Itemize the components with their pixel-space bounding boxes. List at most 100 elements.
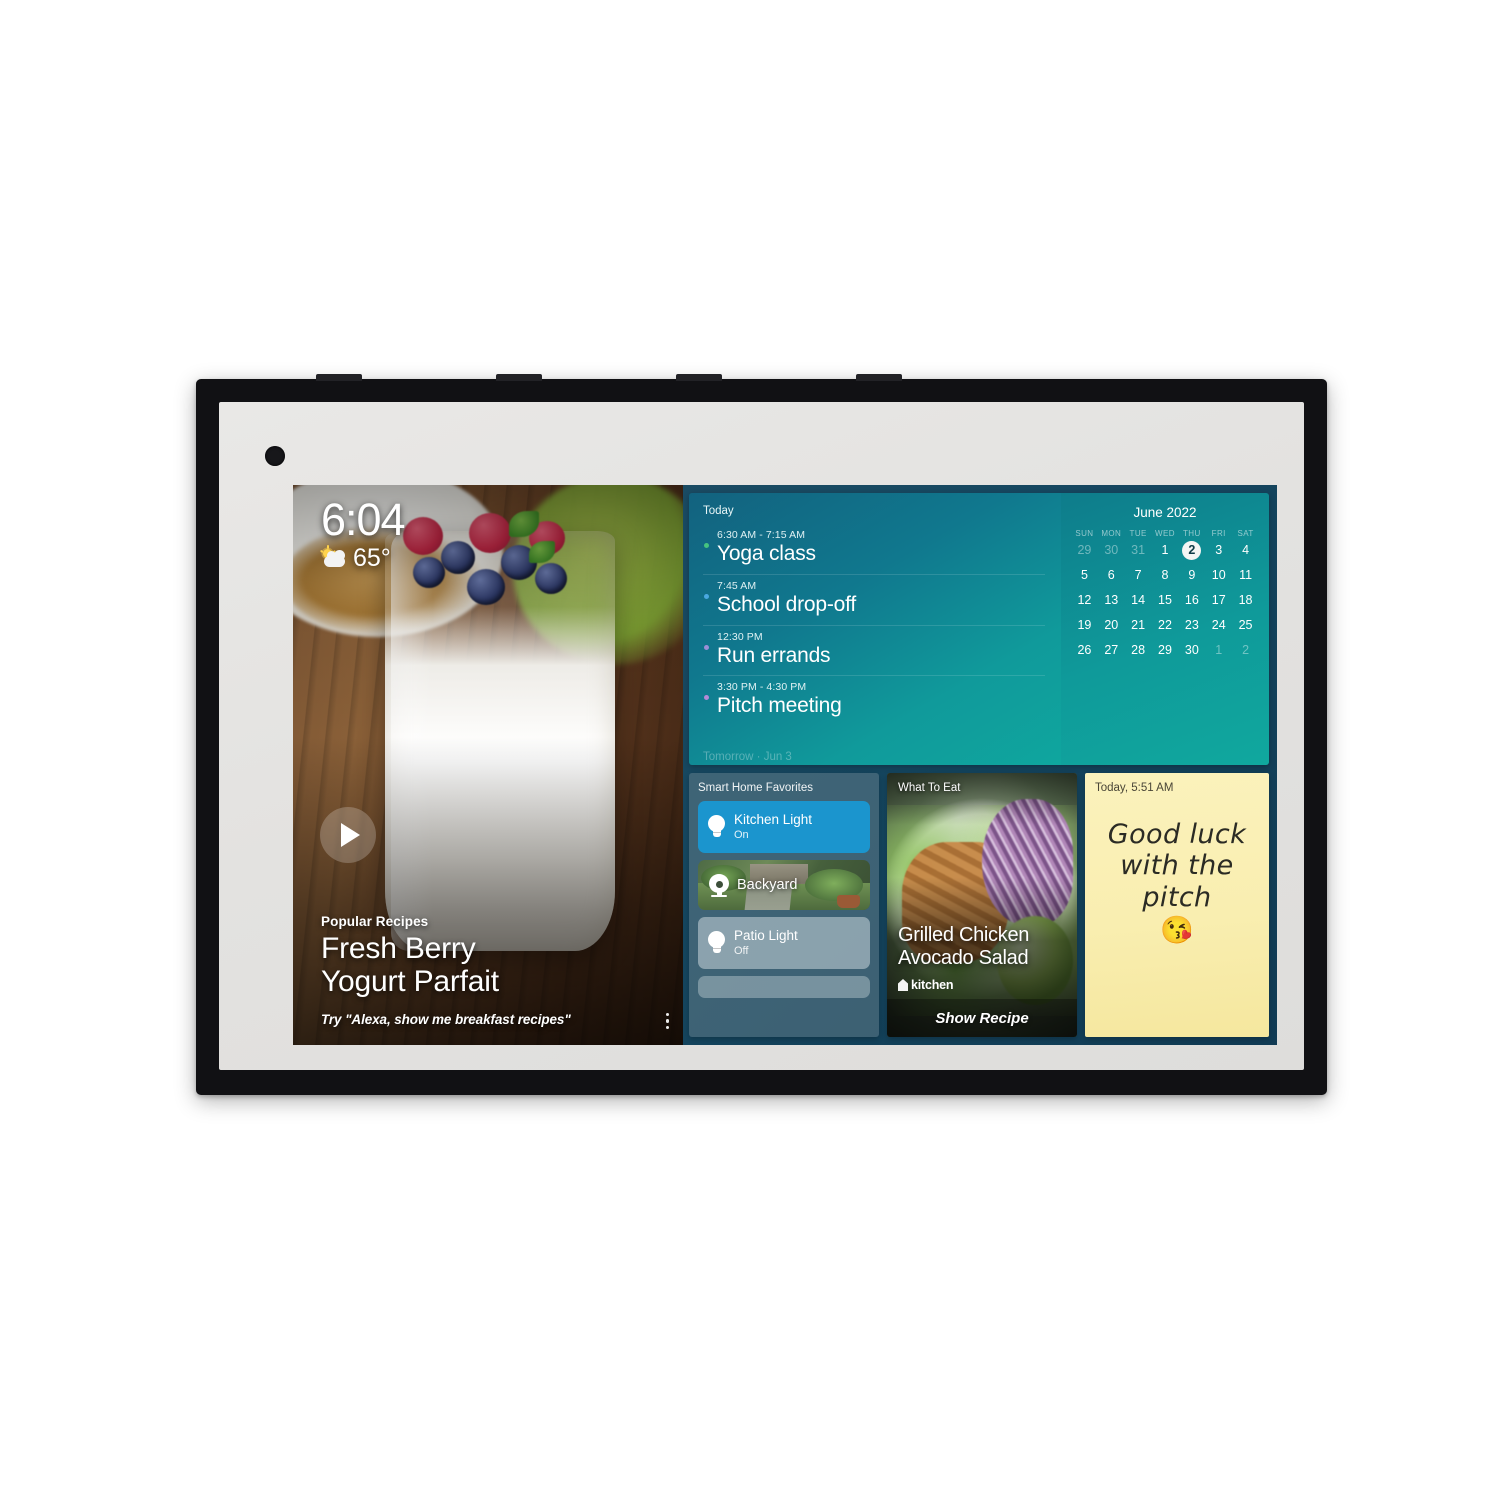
what-to-eat-widget[interactable]: What To Eat Grilled Chicken Avocado Sala… bbox=[887, 773, 1077, 1037]
smart-home-device-state: On bbox=[734, 828, 749, 841]
calendar-day[interactable]: 16 bbox=[1178, 591, 1205, 610]
calendar-day[interactable]: 13 bbox=[1098, 591, 1125, 610]
calendar-day-number: 30 bbox=[1184, 643, 1199, 657]
event-title: Run errands bbox=[717, 643, 831, 667]
play-button[interactable] bbox=[320, 807, 376, 863]
clock-weather-block: 6:04 65° bbox=[320, 494, 406, 571]
calendar-weekday: WED bbox=[1155, 529, 1175, 538]
calendar-day-number: 12 bbox=[1077, 593, 1092, 607]
calendar-day[interactable]: 7 bbox=[1125, 566, 1152, 585]
calendar-day[interactable]: 31 bbox=[1125, 541, 1152, 560]
calendar-day[interactable]: 29 bbox=[1071, 541, 1098, 560]
calendar-day[interactable]: 28 bbox=[1125, 641, 1152, 660]
calendar-day[interactable]: 15 bbox=[1152, 591, 1179, 610]
calendar-day[interactable]: 30 bbox=[1178, 641, 1205, 660]
calendar-day[interactable]: 12 bbox=[1071, 591, 1098, 610]
calendar-day[interactable]: 30 bbox=[1098, 541, 1125, 560]
smart-home-favorites-widget[interactable]: Smart Home Favorites Kitchen Light On Back… bbox=[689, 773, 879, 1037]
agenda-panel[interactable]: Today 6:30 AM - 7:15 AM Yoga class 7:45 AM… bbox=[689, 493, 1061, 765]
month-calendar-panel[interactable]: June 2022 SUN MON TUE WED THU FRI SAT 29 30 31 1 2… bbox=[1061, 493, 1269, 765]
calendar-day[interactable]: 24 bbox=[1205, 616, 1232, 635]
smart-home-device-name: Patio Light bbox=[734, 928, 798, 944]
calendar-day[interactable]: 21 bbox=[1125, 616, 1152, 635]
smart-home-tile[interactable]: Kitchen Light On bbox=[698, 801, 870, 853]
agenda-event[interactable]: 3:30 PM - 4:30 PM Pitch meeting bbox=[703, 676, 1045, 726]
kitchen-house-icon bbox=[898, 979, 908, 991]
calendar-day[interactable]: 1 bbox=[1152, 541, 1179, 560]
wte-top-gradient bbox=[887, 773, 1077, 825]
kissing-face-emoji: 😘 bbox=[1160, 914, 1194, 945]
calendar-day-number: 1 bbox=[1161, 543, 1169, 557]
event-time: 7:45 AM bbox=[717, 579, 757, 592]
calendar-day-number: 24 bbox=[1211, 618, 1226, 632]
calendar-day-number: 30 bbox=[1104, 543, 1119, 557]
calendar-day[interactable]: 22 bbox=[1152, 616, 1179, 635]
calendar-day[interactable]: 17 bbox=[1205, 591, 1232, 610]
calendar-day[interactable]: 1 bbox=[1205, 641, 1232, 660]
calendar-day-number: 15 bbox=[1158, 593, 1172, 607]
calendar-day[interactable]: 26 bbox=[1071, 641, 1098, 660]
more-vertical-icon[interactable] bbox=[665, 1012, 669, 1029]
event-title: School drop-off bbox=[717, 592, 857, 616]
calendar-day-number: 8 bbox=[1161, 568, 1169, 582]
calendar-day[interactable]: 6 bbox=[1098, 566, 1125, 585]
calendar-day[interactable]: 8 bbox=[1152, 566, 1179, 585]
weather-row: 65° bbox=[320, 545, 405, 571]
calendar-day[interactable]: 25 bbox=[1232, 616, 1259, 635]
smart-home-device-name: Kitchen Light bbox=[734, 812, 813, 828]
event-time: 12:30 PM bbox=[717, 630, 763, 643]
recipe-title: Fresh Berry Yogurt Parfait bbox=[321, 932, 643, 998]
calendar-day[interactable]: 27 bbox=[1098, 641, 1125, 660]
calendar-day-number: 21 bbox=[1131, 618, 1146, 632]
agenda-event[interactable]: 6:30 AM - 7:15 AM Yoga class bbox=[703, 524, 1045, 575]
calendar-day[interactable]: 29 bbox=[1152, 641, 1179, 660]
partly-cloudy-icon bbox=[320, 545, 347, 569]
agenda-event[interactable]: 12:30 PM Run errands bbox=[703, 626, 1045, 677]
calendar-day[interactable]: 14 bbox=[1125, 591, 1152, 610]
lightbulb-icon bbox=[708, 931, 725, 955]
smart-home-device-state: Off bbox=[734, 944, 749, 957]
calendar-day-number: 25 bbox=[1238, 618, 1253, 632]
calendar-day[interactable]: 23 bbox=[1178, 616, 1205, 635]
event-color-dot bbox=[704, 644, 709, 650]
calendar-day[interactable]: 9 bbox=[1178, 566, 1205, 585]
calendar-day[interactable]: 5 bbox=[1071, 566, 1098, 585]
calendar-day-number: 19 bbox=[1077, 618, 1092, 632]
calendar-weekday: THU bbox=[1183, 529, 1201, 538]
calendar-day-number: 14 bbox=[1131, 593, 1146, 607]
camera-icon bbox=[708, 874, 730, 897]
smart-home-tile-partial[interactable] bbox=[698, 976, 870, 998]
device-bezel: 6:04 65° Popular Recipes Fresh Berry Yog… bbox=[219, 402, 1304, 1070]
calendar-day[interactable]: 20 bbox=[1098, 616, 1125, 635]
echo-show-device: 6:04 65° Popular Recipes Fresh Berry Yog… bbox=[196, 374, 1327, 1095]
calendar-day[interactable]: 2 bbox=[1232, 641, 1259, 660]
clock-time: 6:04 bbox=[321, 494, 406, 545]
recipe-hero-card[interactable]: 6:04 65° Popular Recipes Fresh Berry Yog… bbox=[293, 485, 683, 1045]
calendar-day[interactable]: 4 bbox=[1232, 541, 1259, 560]
smart-home-tile-list: Kitchen Light On Backyard Patio Light Off bbox=[698, 801, 870, 969]
sticky-note-widget[interactable]: Today, 5:51 AM Good luck with the pitch … bbox=[1085, 773, 1269, 1037]
agenda-day-label: Today bbox=[703, 505, 734, 517]
smart-home-tile[interactable]: Backyard bbox=[698, 860, 870, 910]
recipe-suggestion-line-1: Grilled Chicken bbox=[898, 924, 1030, 947]
calendar-day[interactable]: 10 bbox=[1205, 566, 1232, 585]
show-recipe-button[interactable]: Show Recipe bbox=[887, 999, 1077, 1037]
calendar-day-today[interactable]: 2 bbox=[1178, 541, 1205, 560]
calendar-day[interactable]: 3 bbox=[1205, 541, 1232, 560]
calendar-day[interactable]: 18 bbox=[1232, 591, 1259, 610]
calendar-day[interactable]: 11 bbox=[1232, 566, 1259, 585]
calendar-day-number: 5 bbox=[1080, 568, 1088, 582]
calendar-day-number: 27 bbox=[1104, 643, 1119, 657]
agenda-event[interactable]: 7:45 AM School drop-off bbox=[703, 575, 1045, 626]
calendar-day-number: 4 bbox=[1242, 543, 1250, 557]
event-time: 3:30 PM - 4:30 PM bbox=[717, 681, 807, 694]
smart-home-tile[interactable]: Patio Light Off bbox=[698, 917, 870, 969]
calendar-weekday: TUE bbox=[1129, 529, 1147, 538]
calendar-day[interactable]: 19 bbox=[1071, 616, 1098, 635]
calendar-day-number: 17 bbox=[1211, 593, 1226, 607]
recipe-title-line-1: Fresh Berry bbox=[321, 932, 476, 966]
calendar-day-number: 16 bbox=[1184, 593, 1199, 607]
smart-home-title: Smart Home Favorites bbox=[698, 782, 814, 794]
calendar-widget[interactable]: Today 6:30 AM - 7:15 AM Yoga class 7:45 AM… bbox=[689, 493, 1269, 765]
lightbulb-icon bbox=[708, 815, 725, 839]
